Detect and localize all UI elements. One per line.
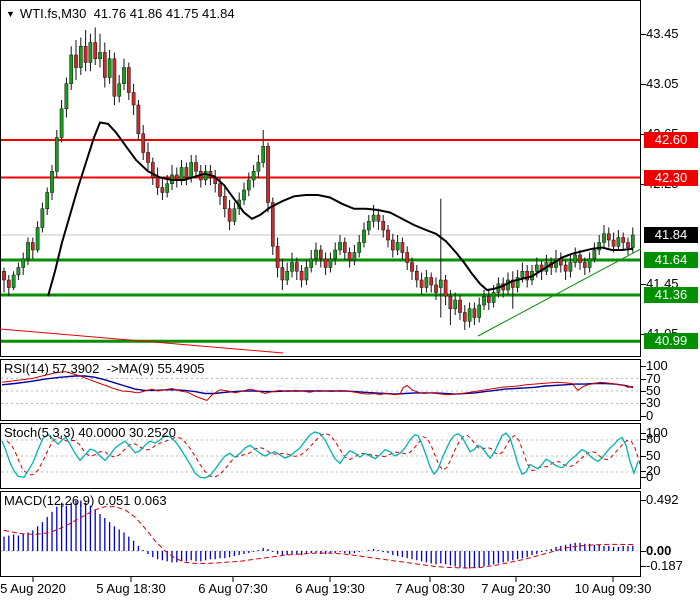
macd-indicator-label: MACD(12,26,9) 0.051 0.063 [4,493,167,508]
axis-tick-mark [641,83,646,85]
axis-tick-mark [641,403,646,404]
symbol-period-label: WTI.fs,M30 [19,6,87,21]
axis-tick-mark [641,439,646,440]
price-axis-label: 0 [646,408,654,423]
axis-tick-mark [641,379,646,380]
price-axis-label: 43.05 [646,75,679,91]
price-axis-label: 0.492 [646,492,679,507]
date-axis-label: 5 Aug 18:30 [96,581,166,596]
stoch-indicator-label: Stoch(5,3,3) 40.0000 30.2520 [4,425,177,440]
axis-tick-mark [641,416,646,417]
rsi-indicator-label: RSI(14) 57.3902 ->MA(9) 55.4905 [4,361,205,376]
price-axis-label: 80 [646,431,661,446]
date-axis-label: 7 Aug 20:30 [481,581,551,596]
axis-tick-mark [641,566,646,567]
date-axis-label: 5 Aug 2020 [0,581,66,596]
price-axis-label: 50 [646,448,661,463]
price-badge: 41.84 [644,227,698,243]
axis-tick-mark [641,391,646,392]
axis-tick-mark [641,500,646,501]
price-badge: 41.36 [644,287,698,303]
axis-tick-mark [641,456,646,457]
ohlc-quote-label: 41.76 41.86 41.75 41.84 [93,6,235,21]
price-badge: 42.60 [644,132,698,148]
date-axis-label: 6 Aug 19:30 [295,581,365,596]
chart-title: ▼ WTI.fs,M30 41.76 41.86 41.75 41.84 [6,6,235,21]
symbol-dropdown-icon[interactable]: ▼ [6,9,15,19]
date-axis-label: 10 Aug 09:30 [574,581,652,596]
price-axis-label: 43.45 [646,25,679,41]
price-badge: 41.64 [644,252,698,268]
axis-tick-mark [641,477,646,478]
price-badge: 42.30 [644,169,698,186]
main-chart-panel[interactable] [0,0,641,357]
axis-tick-mark [641,551,646,552]
price-axis-label: 0 [646,469,654,484]
axis-tick-mark [641,283,646,285]
trading-chart-window: ▼ WTI.fs,M30 41.76 41.86 41.75 41.84 RSI(… [0,0,700,600]
price-badge: 40.99 [644,333,698,350]
price-axis-label: 0.00 [646,543,672,558]
date-axis-label: 7 Aug 08:30 [395,581,465,596]
axis-tick-mark [641,366,646,367]
date-axis-label: 6 Aug 07:30 [198,581,268,596]
axis-tick-mark [641,33,646,35]
price-axis-label: -0.187 [646,558,683,573]
